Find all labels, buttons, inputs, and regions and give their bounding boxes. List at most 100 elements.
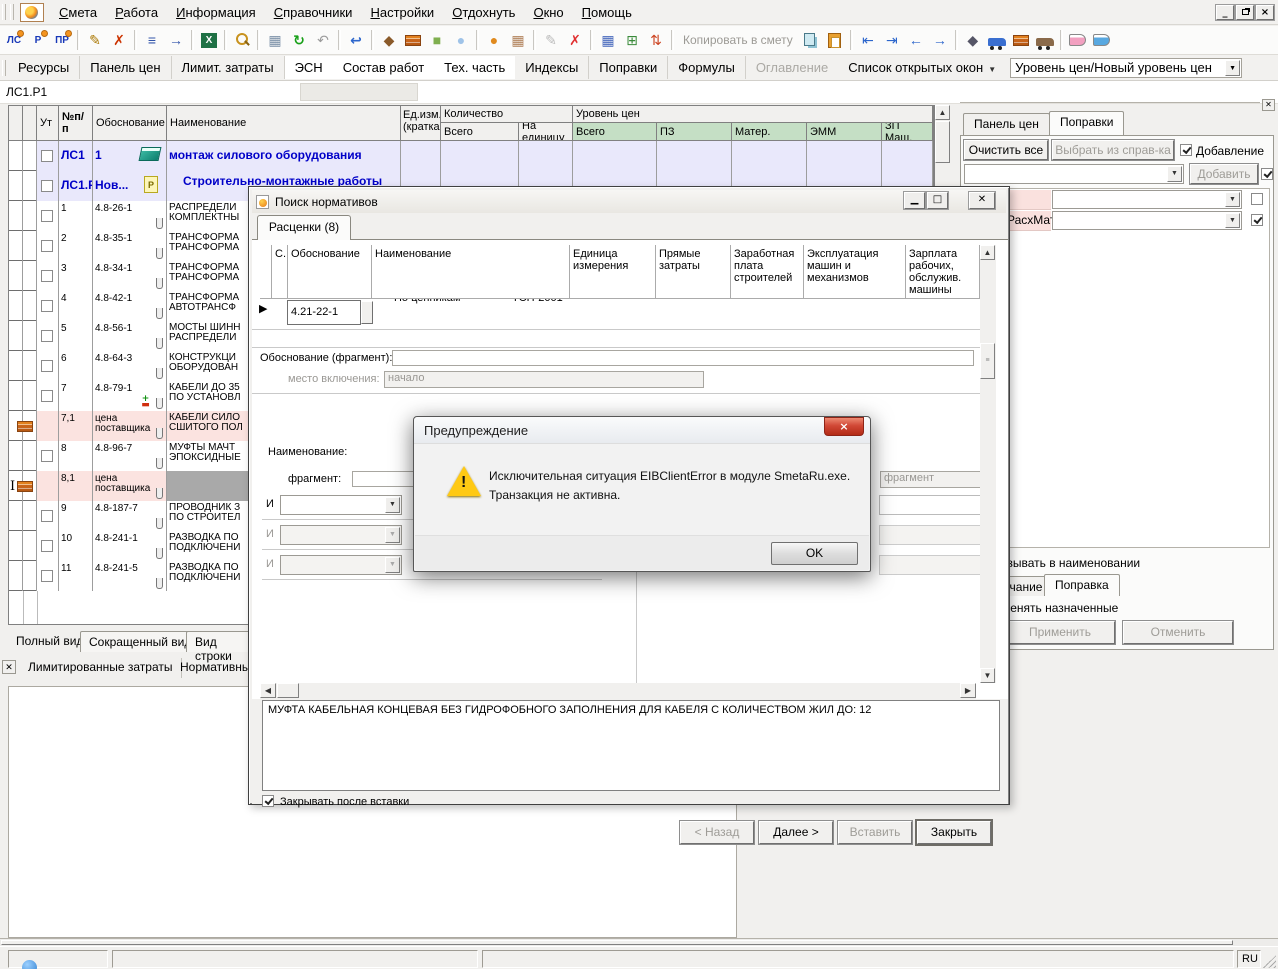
menu-item-1[interactable]: Смета (50, 1, 106, 24)
tab-corrections[interactable]: Поправки (1049, 111, 1124, 135)
new-ls-button[interactable]: ЛС (2, 29, 26, 51)
limit-tab-1[interactable]: Лимитированные затраты (20, 658, 182, 678)
insert-position-button[interactable]: → (164, 29, 188, 51)
tab-7[interactable]: Индексы (515, 56, 589, 79)
works-condition-row[interactable] (879, 495, 987, 515)
dialog-vertical-scrollbar[interactable]: ▲ ≡ ▼ (980, 245, 996, 683)
col-pl-emm[interactable]: ЭММ (807, 123, 882, 141)
menu-item-5[interactable]: Настройки (361, 1, 443, 24)
col-qty-per-unit[interactable]: На единицу (519, 123, 573, 141)
pink-book-button[interactable] (1066, 29, 1090, 51)
tree-structure-button[interactable]: ≡ (140, 29, 164, 51)
row-checkbox[interactable] (41, 180, 53, 192)
main-horizontal-scrollbar[interactable] (0, 938, 1278, 946)
comment-button[interactable]: ● (449, 29, 473, 51)
scroll-up-icon[interactable]: ▲ (980, 245, 995, 260)
col-basis[interactable]: Обоснование (93, 106, 167, 141)
undo-button[interactable]: ↶ (311, 29, 335, 51)
warning-title-bar[interactable]: Предупреждение (414, 417, 870, 444)
col-unit[interactable]: Ед.изм.(краткая (401, 106, 441, 141)
dialog-maximize-button[interactable]: □ (927, 192, 948, 209)
add-button[interactable]: Добавить (1190, 164, 1258, 184)
blocks-button[interactable]: ▦ (506, 29, 530, 51)
results-column-header[interactable]: Зарплата рабочих, обслужив. машины (906, 245, 980, 299)
pick-from-reference-button[interactable]: Выбрать из справ-ка (1052, 140, 1174, 160)
close-after-insert-checkbox[interactable] (262, 795, 274, 807)
correction-combo[interactable]: ▼ (964, 164, 1184, 184)
indent-increase-button[interactable]: ⇤ (856, 29, 880, 51)
menu-item-6[interactable]: Отдохнуть (443, 1, 524, 24)
materials-button[interactable] (1009, 29, 1033, 51)
tab-8[interactable]: Поправки (589, 56, 668, 79)
back-button[interactable]: < Назад (680, 821, 754, 844)
row-checkbox[interactable] (41, 300, 53, 312)
results-column-header[interactable]: Эксплуатация машин и механизмов (804, 245, 906, 299)
basis-fragment-input[interactable] (392, 350, 974, 366)
tab-5[interactable]: Состав работ (333, 56, 434, 79)
close-panel-icon[interactable]: ✕ (1262, 99, 1275, 111)
price-level-combo[interactable]: Уровень цен/Новый уровень цен▼ (1010, 58, 1242, 78)
col-pl-mat[interactable]: Матер. (732, 123, 807, 141)
dialog-title-bar[interactable]: Поиск нормативов (252, 190, 1006, 213)
edit-item-button[interactable]: ✎ (83, 29, 107, 51)
toolbar-grip[interactable] (2, 4, 6, 20)
col-qty-group[interactable]: Количество (441, 106, 573, 123)
name-condition-combo[interactable]: ▼ (280, 495, 402, 515)
col-pl-zpm[interactable]: ЗП Маш. (882, 123, 933, 141)
adding-checkbox[interactable] (1180, 144, 1192, 156)
works-button[interactable]: ◆ (961, 29, 985, 51)
dialog-close-button[interactable]: ✕ (969, 192, 995, 209)
close-dialog-button[interactable]: Закрыть (917, 821, 991, 844)
open-windows-dropdown[interactable]: Список открытых окон▼ (838, 56, 1006, 79)
col-approve[interactable]: Ут (37, 106, 59, 141)
new-pr-button[interactable]: ПР (50, 29, 74, 51)
row-checkbox[interactable] (41, 390, 53, 402)
row-checkbox[interactable] (41, 450, 53, 462)
copy-button[interactable] (799, 29, 823, 51)
row-checkbox[interactable] (41, 270, 53, 282)
delete-row-button[interactable]: ✗ (563, 29, 587, 51)
works-fragment-input[interactable]: фрагмент (880, 471, 986, 488)
scroll-thumb[interactable] (935, 121, 950, 163)
delivery-button[interactable] (1033, 29, 1057, 51)
dialog-horizontal-scrollbar[interactable]: ◀ ▶ (260, 683, 976, 699)
menu-item-2[interactable]: Работа (106, 1, 167, 24)
place-input[interactable]: начало (384, 371, 704, 388)
table-row[interactable]: ЛС11монтаж силового оборудования (9, 141, 933, 171)
works-condition-row[interactable] (879, 525, 987, 545)
row-selector-header[interactable] (9, 106, 23, 141)
col-num[interactable]: №п/п (59, 106, 93, 141)
tab-6[interactable]: Тех. часть (434, 56, 515, 79)
scroll-thumb[interactable]: ≡ (980, 343, 995, 379)
restore-button[interactable] (1236, 5, 1254, 20)
panel-splitter[interactable] (960, 100, 1260, 103)
calculation-button[interactable]: ▦ (596, 29, 620, 51)
recalculate-button[interactable]: ↩ (344, 29, 368, 51)
apply-button[interactable]: Применить (1005, 621, 1115, 644)
refresh-button[interactable]: ↻ (287, 29, 311, 51)
add-document-button[interactable]: ⊞ (620, 29, 644, 51)
row-checkbox[interactable] (41, 570, 53, 582)
blue-book-button[interactable] (1090, 29, 1114, 51)
machines-button[interactable] (985, 29, 1009, 51)
col-pl-pz[interactable]: ПЗ (657, 123, 732, 141)
row-selector-header[interactable] (23, 106, 37, 141)
result-text-box[interactable]: МУФТА КАБЕЛЬНАЯ КОНЦЕВАЯ БЕЗ ГИДРОФОБНОГ… (262, 700, 1000, 791)
equipment-button[interactable]: ■ (425, 29, 449, 51)
dialog-minimize-button[interactable]: ▁ (904, 192, 925, 209)
tab-price-panel[interactable]: Панель цен (963, 113, 1050, 135)
row-checkbox[interactable] (41, 330, 53, 342)
paste-button[interactable] (823, 29, 847, 51)
results-column-header[interactable]: Обоснование (288, 245, 372, 299)
save-button[interactable]: ▦ (263, 29, 287, 51)
row-checkbox[interactable] (41, 540, 53, 552)
menu-item-3[interactable]: Информация (167, 1, 265, 24)
indent-last-button[interactable]: → (928, 29, 952, 51)
row-checkbox[interactable] (41, 510, 53, 522)
clear-all-button[interactable]: Очистить все (964, 140, 1048, 160)
tab-10[interactable]: Оглавление (746, 56, 838, 79)
work-composition-button[interactable]: ◆ (377, 29, 401, 51)
col-qty-total[interactable]: Всего (441, 123, 519, 141)
name-condition-combo[interactable]: ▼ (280, 525, 402, 545)
tab-1[interactable]: Ресурсы (8, 56, 80, 79)
